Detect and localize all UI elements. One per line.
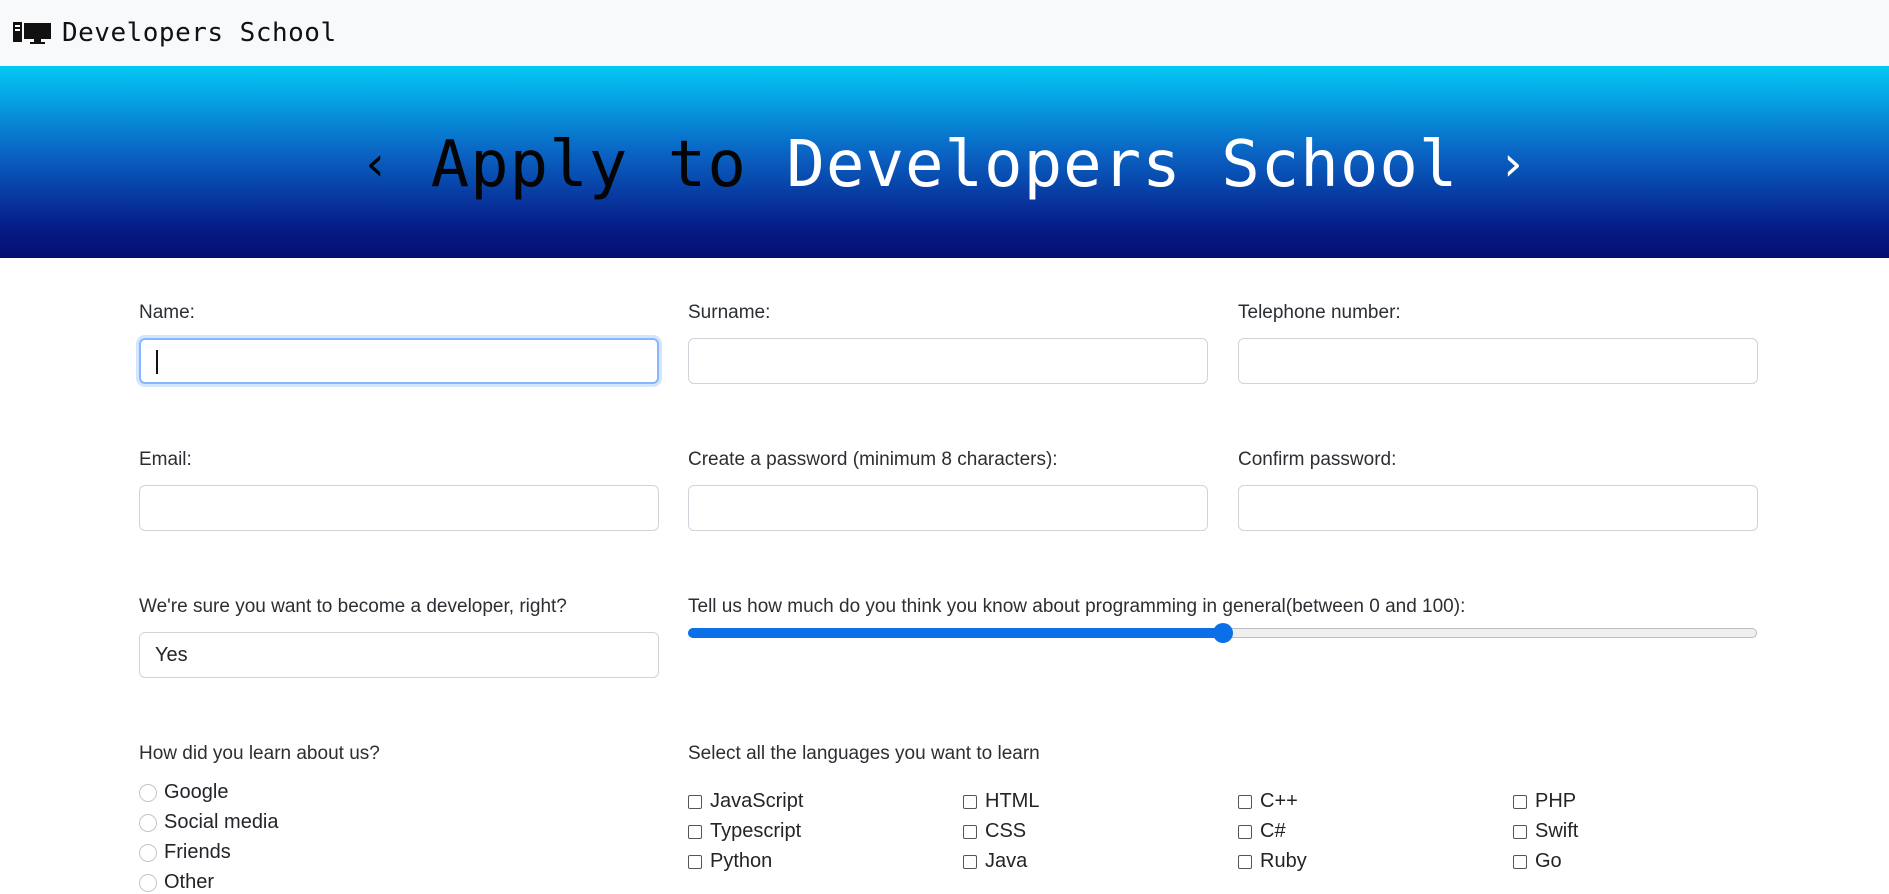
email-label: Email: <box>139 449 192 470</box>
computer-icon <box>13 22 51 44</box>
language-option-ruby[interactable]: Ruby <box>1238 850 1307 873</box>
checkbox-label: Typescript <box>710 820 802 842</box>
language-option-javascript[interactable]: JavaScript <box>688 790 803 813</box>
surname-input[interactable] <box>688 338 1208 384</box>
confirm-password-input[interactable] <box>1238 485 1758 531</box>
checkbox[interactable] <box>963 824 977 839</box>
surname-label: Surname: <box>688 302 771 323</box>
radio-button[interactable] <box>139 873 157 892</box>
navbar: Developers School <box>0 0 1889 66</box>
language-option-c[interactable]: C# <box>1238 820 1286 843</box>
learn-option-google[interactable]: Google <box>139 781 229 804</box>
telephone-label: Telephone number: <box>1238 302 1401 323</box>
telephone-input[interactable] <box>1238 338 1758 384</box>
radio-button[interactable] <box>139 813 157 832</box>
brand-name: Developers School <box>62 18 337 48</box>
name-label: Name: <box>139 302 195 323</box>
chevron-left-icon: ‹ <box>361 136 392 192</box>
checkbox[interactable] <box>1238 824 1252 839</box>
language-option-java[interactable]: Java <box>963 850 1027 873</box>
checkbox-label: C++ <box>1260 790 1298 812</box>
radio-label: Google <box>164 781 229 803</box>
language-option-swift[interactable]: Swift <box>1513 820 1578 843</box>
name-input[interactable] <box>139 338 659 384</box>
language-option-html[interactable]: HTML <box>963 790 1039 813</box>
knowledge-slider-thumb[interactable] <box>1212 623 1233 643</box>
hero-title: ‹ Apply to Developers School › <box>361 128 1528 202</box>
checkbox[interactable] <box>688 824 702 839</box>
checkbox-label: Java <box>985 850 1028 872</box>
checkbox[interactable] <box>1238 854 1252 869</box>
text-caret <box>156 350 158 374</box>
checkbox-label: Ruby <box>1260 850 1307 872</box>
confirm-password-label: Confirm password: <box>1238 449 1397 470</box>
language-option-css[interactable]: CSS <box>963 820 1026 843</box>
checkbox-label: Python <box>710 850 773 872</box>
checkbox-label: JavaScript <box>710 790 804 812</box>
learn-option-social-media[interactable]: Social media <box>139 811 279 834</box>
checkbox[interactable] <box>963 794 977 809</box>
knowledge-slider-fill <box>688 628 1223 638</box>
radio-label: Friends <box>164 841 231 863</box>
brand-link[interactable]: Developers School <box>13 18 337 48</box>
developer-label: We're sure you want to become a develope… <box>139 596 567 617</box>
password-label: Create a password (minimum 8 characters)… <box>688 449 1058 470</box>
radio-label: Other <box>164 871 215 893</box>
knowledge-label: Tell us how much do you think you know a… <box>688 596 1466 617</box>
checkbox[interactable] <box>1513 794 1527 809</box>
hero-banner: ‹ Apply to Developers School › <box>0 66 1889 258</box>
checkbox[interactable] <box>688 854 702 869</box>
chevron-right-icon: › <box>1497 136 1528 192</box>
learn-option-other[interactable]: Other <box>139 871 214 894</box>
checkbox[interactable] <box>688 794 702 809</box>
checkbox-label: CSS <box>985 820 1027 842</box>
language-option-go[interactable]: Go <box>1513 850 1562 873</box>
email-input[interactable] <box>139 485 659 531</box>
checkbox[interactable] <box>1513 824 1527 839</box>
language-option-c[interactable]: C++ <box>1238 790 1298 813</box>
checkbox[interactable] <box>963 854 977 869</box>
language-option-php[interactable]: PHP <box>1513 790 1576 813</box>
language-option-python[interactable]: Python <box>688 850 772 873</box>
hero-title-dark: Apply to <box>430 128 747 202</box>
learn-about-label: How did you learn about us? <box>139 743 380 764</box>
checkbox-label: Go <box>1535 850 1562 872</box>
language-option-typescript[interactable]: Typescript <box>688 820 801 843</box>
checkbox-label: HTML <box>985 790 1040 812</box>
checkbox[interactable] <box>1513 854 1527 869</box>
checkbox-label: PHP <box>1535 790 1577 812</box>
developer-select[interactable]: Yes <box>139 632 659 678</box>
learn-option-friends[interactable]: Friends <box>139 841 231 864</box>
checkbox-label: C# <box>1260 820 1286 842</box>
checkbox-label: Swift <box>1535 820 1579 842</box>
hero-title-light: Developers School <box>786 128 1459 202</box>
radio-button[interactable] <box>139 843 157 862</box>
radio-button[interactable] <box>139 783 157 802</box>
languages-label: Select all the languages you want to lea… <box>688 743 1040 764</box>
password-input[interactable] <box>688 485 1208 531</box>
checkbox[interactable] <box>1238 794 1252 809</box>
radio-label: Social media <box>164 811 279 833</box>
